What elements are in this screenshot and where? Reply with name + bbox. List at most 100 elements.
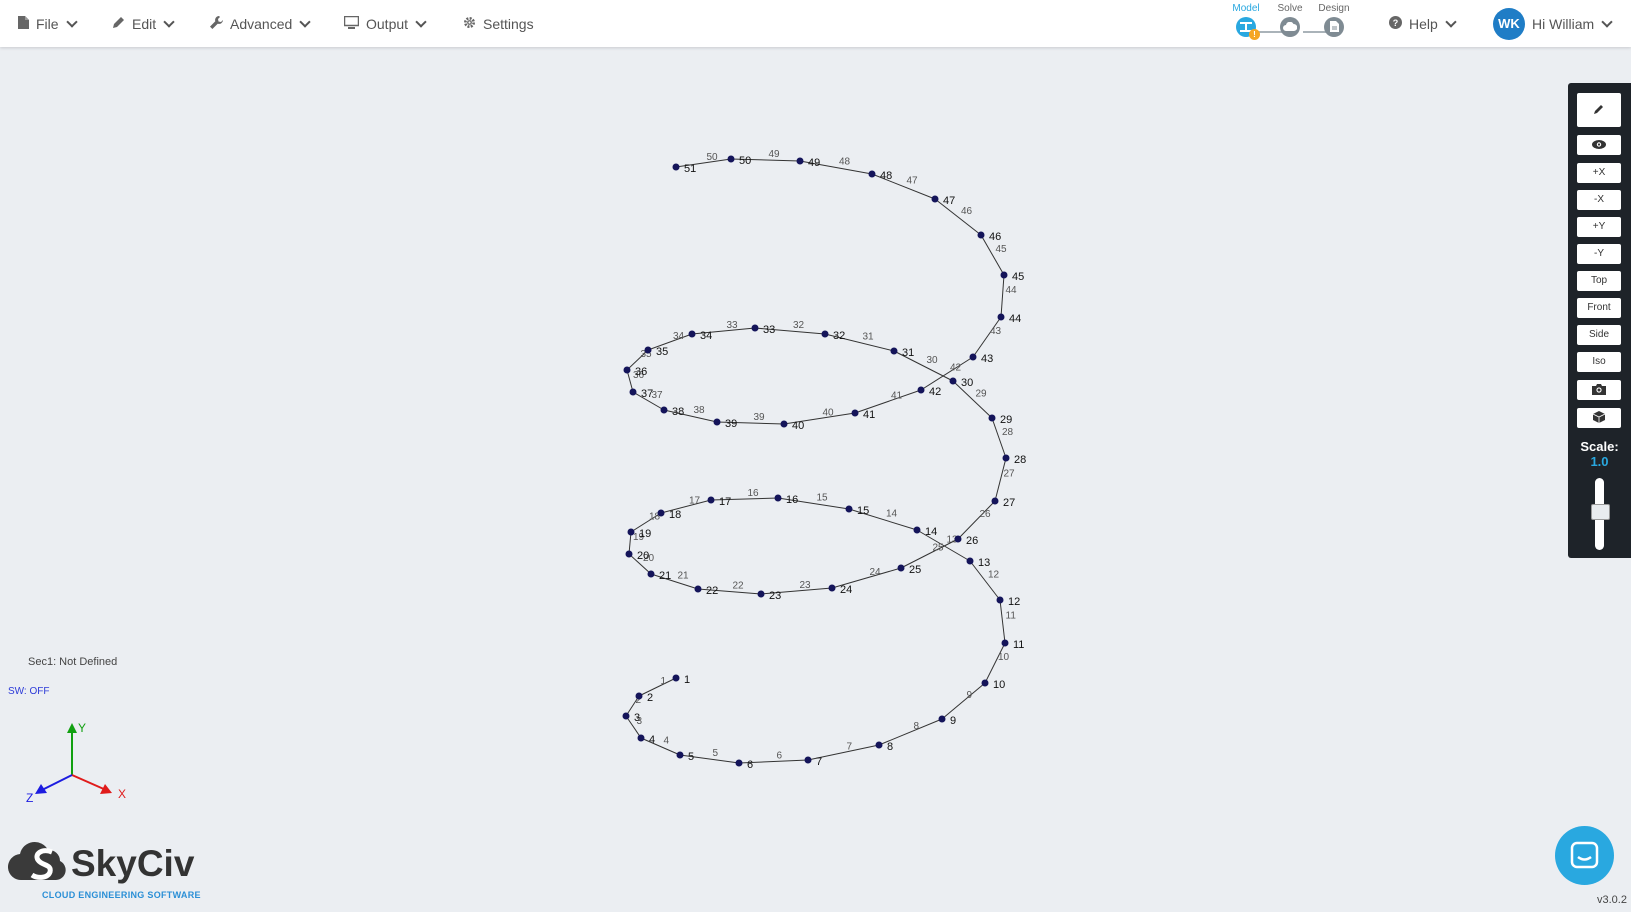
node-23[interactable] — [757, 590, 765, 598]
node-41[interactable] — [851, 409, 859, 417]
node-28[interactable] — [1002, 454, 1010, 462]
node-40[interactable] — [780, 420, 788, 428]
node-30[interactable] — [949, 377, 957, 385]
node-44[interactable] — [997, 313, 1005, 321]
node-6[interactable] — [735, 759, 743, 767]
member-9[interactable] — [941, 682, 986, 720]
node-24[interactable] — [828, 584, 836, 592]
node-9[interactable] — [938, 715, 946, 723]
node-32[interactable] — [821, 330, 829, 338]
user-menu[interactable]: Hi William — [1532, 0, 1613, 47]
view-top-button[interactable]: Top — [1577, 271, 1621, 291]
node-35[interactable] — [644, 346, 652, 354]
render-3d-button[interactable] — [1577, 408, 1621, 428]
model-viewport[interactable]: 12345 678910111213141516171819202122 23242… — [0, 47, 1560, 907]
workflow-step-model[interactable]: Model ! — [1223, 3, 1269, 40]
node-label: 46 — [989, 231, 1001, 243]
view-minus-x-button[interactable]: -X — [1577, 190, 1621, 210]
member-11[interactable] — [999, 599, 1006, 644]
node-label: 31 — [902, 347, 914, 359]
node-8[interactable] — [875, 741, 883, 749]
member-1[interactable] — [638, 677, 677, 697]
node-3[interactable] — [622, 712, 630, 720]
node-17[interactable] — [707, 496, 715, 504]
view-minus-y-button[interactable]: -Y — [1577, 244, 1621, 264]
node-16[interactable] — [774, 494, 782, 502]
node-38[interactable] — [660, 406, 668, 414]
settings-menu[interactable]: Settings — [463, 0, 534, 47]
scale-slider-thumb[interactable] — [1591, 504, 1610, 521]
self-weight-status[interactable]: SW: OFF — [8, 686, 49, 697]
node-33[interactable] — [751, 324, 759, 332]
output-menu[interactable]: Output — [343, 0, 427, 47]
node-42[interactable] — [917, 386, 925, 394]
node-11[interactable] — [1001, 639, 1009, 647]
member-44[interactable] — [1000, 274, 1005, 318]
node-15[interactable] — [845, 505, 853, 513]
node-51[interactable] — [672, 163, 680, 171]
node-27[interactable] — [991, 497, 999, 505]
edit-menu[interactable]: Edit — [112, 0, 175, 47]
file-menu[interactable]: File — [18, 0, 78, 47]
member-27[interactable] — [994, 457, 1007, 502]
node-25[interactable] — [897, 564, 905, 572]
node-5[interactable] — [676, 751, 684, 759]
node-13[interactable] — [966, 557, 974, 565]
node-label: 39 — [725, 418, 737, 430]
member-10[interactable] — [984, 642, 1006, 684]
node-14[interactable] — [913, 526, 921, 534]
node-39[interactable] — [713, 418, 721, 426]
node-label: 49 — [808, 157, 820, 169]
node-49[interactable] — [796, 157, 804, 165]
node-2[interactable] — [635, 692, 643, 700]
node-26[interactable] — [954, 535, 962, 543]
workflow-step-solve[interactable]: Solve — [1267, 3, 1313, 37]
member-label: 23 — [800, 580, 812, 591]
view-front-button[interactable]: Front — [1577, 298, 1621, 318]
node-19[interactable] — [627, 528, 635, 536]
member-label: 26 — [980, 509, 992, 520]
view-plus-x-button[interactable]: +X — [1577, 163, 1621, 183]
node-21[interactable] — [647, 570, 655, 578]
member-4[interactable] — [640, 737, 681, 756]
node-29[interactable] — [988, 414, 996, 422]
node-48[interactable] — [868, 170, 876, 178]
screenshot-button[interactable] — [1577, 380, 1621, 400]
advanced-menu[interactable]: Advanced — [210, 0, 311, 47]
node-46[interactable] — [977, 231, 985, 239]
node-20[interactable] — [625, 550, 633, 558]
node-1[interactable] — [672, 674, 680, 682]
member-46[interactable] — [934, 198, 982, 236]
member-label: 39 — [754, 412, 766, 423]
node-50[interactable] — [727, 155, 735, 163]
node-43[interactable] — [969, 353, 977, 361]
node-31[interactable] — [890, 347, 898, 355]
section-status: Sec1: Not Defined — [28, 656, 118, 668]
node-37[interactable] — [629, 388, 637, 396]
node-36[interactable] — [623, 366, 631, 374]
node-45[interactable] — [1000, 271, 1008, 279]
view-plus-y-button[interactable]: +Y — [1577, 217, 1621, 237]
chat-button[interactable] — [1555, 826, 1614, 885]
avatar[interactable]: WK — [1493, 8, 1525, 40]
warning-icon: ! — [1249, 29, 1260, 40]
member-43[interactable] — [972, 316, 1002, 358]
workflow-step-design[interactable]: Design — [1311, 3, 1357, 37]
view-iso-button[interactable]: Iso — [1577, 352, 1621, 372]
member-26[interactable] — [957, 500, 996, 540]
document-icon — [1324, 17, 1344, 37]
view-side-button[interactable]: Side — [1577, 325, 1621, 345]
node-10[interactable] — [981, 679, 989, 687]
node-22[interactable] — [694, 585, 702, 593]
help-menu[interactable]: ? Help — [1389, 0, 1457, 47]
node-47[interactable] — [931, 195, 939, 203]
node-4[interactable] — [637, 734, 645, 742]
edit-mode-button[interactable] — [1577, 93, 1621, 127]
visibility-button[interactable] — [1577, 135, 1621, 155]
node-18[interactable] — [657, 509, 665, 517]
node-34[interactable] — [688, 330, 696, 338]
member-34[interactable] — [647, 333, 693, 351]
node-label: 19 — [639, 528, 651, 540]
node-12[interactable] — [996, 596, 1004, 604]
node-7[interactable] — [804, 756, 812, 764]
